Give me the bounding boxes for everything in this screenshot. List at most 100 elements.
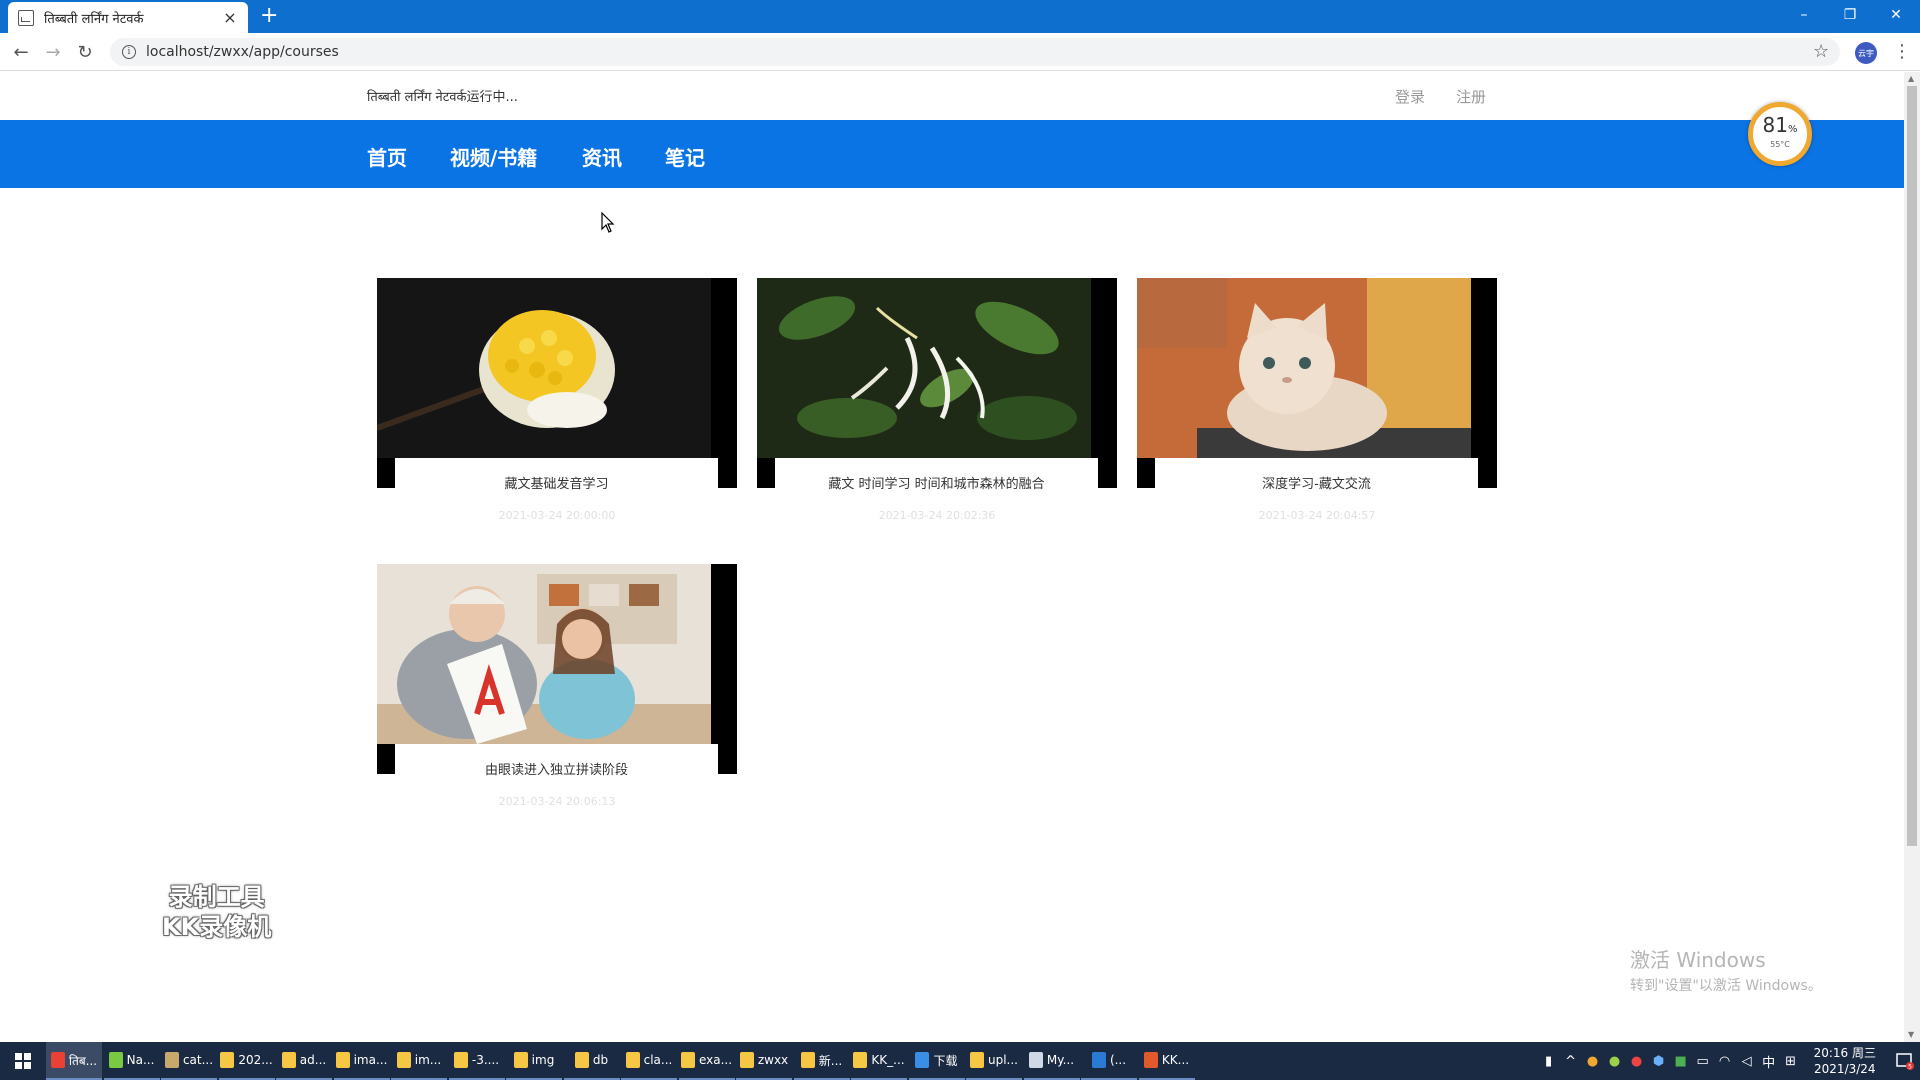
gauge-percent: 81	[1762, 113, 1788, 137]
folder-icon	[625, 1052, 640, 1068]
windows-taskbar: तिब... Na... cat... 202... ad... ima... im... -…	[0, 1042, 1920, 1080]
taskbar-app-button[interactable]: exa...	[678, 1042, 735, 1080]
browser-tab[interactable]: तिब्बती लर्निंग नेटवर्क ×	[8, 2, 248, 33]
page-scrollbar[interactable]: ▲ ▼	[1904, 72, 1920, 1042]
new-tab-button[interactable]: +	[260, 4, 278, 28]
keyboard-icon[interactable]: ⊞	[1780, 1054, 1802, 1069]
reload-icon[interactable]: ↻	[74, 41, 96, 63]
folder-icon	[680, 1052, 695, 1068]
taskbar-app-label: ad...	[299, 1053, 327, 1067]
course-title[interactable]: 藏文 时间学习 时间和城市森林的融合	[775, 458, 1098, 503]
gauge-temperature: 55°C	[1770, 140, 1790, 149]
tray-app-icon[interactable]: ⬢	[1648, 1054, 1670, 1069]
taskbar-app-button[interactable]: zwxx	[736, 1042, 792, 1080]
taskbar-app-button[interactable]: 下载	[908, 1042, 965, 1080]
course-card[interactable]: 深度学习-藏文交流 2021-03-24 20:04:57	[1137, 278, 1497, 522]
taskbar-app-label: (...	[1109, 1053, 1127, 1067]
navicat-icon	[108, 1052, 123, 1068]
course-title[interactable]: 由眼读进入独立拼读阶段	[395, 744, 718, 789]
tab-title: तिब्बती लर्निंग नेटवर्क	[44, 11, 144, 27]
folder-icon	[574, 1052, 589, 1068]
wifi-icon[interactable]: ◠	[1714, 1054, 1736, 1069]
volume-icon[interactable]: ◁	[1736, 1054, 1758, 1069]
profile-avatar[interactable]: 云宇	[1855, 42, 1877, 64]
course-card[interactable]: 由眼读进入独立拼读阶段 2021-03-24 20:06:13	[377, 564, 737, 808]
gauge-percent-sign: %	[1787, 124, 1798, 135]
taskbar-app-button[interactable]: im...	[391, 1042, 447, 1080]
course-title[interactable]: 深度学习-藏文交流	[1155, 458, 1478, 503]
site-status-text: तिब्बती लर्निंग नेटवर्क运行中...	[367, 90, 518, 105]
taskbar-app-label: KK_...	[871, 1053, 905, 1067]
taskbar-app-button[interactable]: My...	[1023, 1042, 1080, 1080]
course-thumbnail[interactable]	[377, 278, 711, 458]
restore-button[interactable]: ❐	[1827, 0, 1873, 30]
cpu-usage-gauge[interactable]: 81% 55°C	[1748, 102, 1812, 166]
notification-count: 5	[1908, 1064, 1912, 1071]
taskbar-app-button[interactable]: upl...	[966, 1042, 1022, 1080]
bookmark-star-icon[interactable]: ☆	[1813, 41, 1829, 62]
course-thumbnail[interactable]	[757, 278, 1091, 458]
activation-subtitle: 转到"设置"以激活 Windows。	[1630, 978, 1822, 994]
taskbar-app-button[interactable]: db	[563, 1042, 620, 1080]
scroll-up-icon[interactable]: ▲	[1908, 74, 1914, 83]
watermark-line1: 录制工具	[168, 883, 265, 911]
start-button[interactable]	[0, 1042, 46, 1080]
nav-home[interactable]: 首页	[367, 142, 407, 171]
taskbar-app-button[interactable]: ad...	[276, 1042, 332, 1080]
course-card[interactable]: 藏文 时间学习 时间和城市森林的融合 2021-03-24 20:02:36	[757, 278, 1117, 522]
taskbar-app-label: 新...	[818, 1053, 843, 1068]
scrollbar-thumb[interactable]	[1907, 86, 1917, 846]
show-hidden-icons-icon[interactable]: ^	[1560, 1054, 1582, 1069]
close-window-button[interactable]: ✕	[1873, 0, 1919, 30]
course-card[interactable]: 藏文基础发音学习 2021-03-24 20:00:00	[377, 278, 737, 522]
tray-app-icon[interactable]: ●	[1626, 1054, 1648, 1069]
tray-app-icon[interactable]: ●	[1604, 1054, 1626, 1069]
taskbar-app-button[interactable]: तिब...	[46, 1042, 102, 1080]
taskbar-app-button[interactable]: cla...	[621, 1042, 677, 1080]
power-icon[interactable]: ▭	[1692, 1054, 1714, 1069]
tab-favicon-icon	[18, 9, 34, 26]
nav-notes[interactable]: 笔记	[665, 142, 705, 171]
taskbar-app-label: exa...	[698, 1053, 733, 1067]
taskbar-app-button[interactable]: Na...	[103, 1042, 160, 1080]
notification-icon: 5	[1896, 1053, 1914, 1071]
nav-news[interactable]: 资讯	[582, 142, 622, 171]
minimize-button[interactable]: –	[1781, 0, 1827, 30]
scroll-down-icon[interactable]: ▼	[1908, 1030, 1914, 1039]
course-thumbnail[interactable]	[377, 564, 711, 744]
taskbar-app-button[interactable]: (...	[1081, 1042, 1137, 1080]
taskbar-app-button[interactable]: cat...	[161, 1042, 217, 1080]
register-link[interactable]: 注册	[1456, 86, 1486, 107]
recorder-watermark: 录制工具 KK录像机	[162, 882, 271, 942]
login-link[interactable]: 登录	[1395, 86, 1425, 107]
folder-icon	[853, 1052, 868, 1068]
address-bar[interactable]: i localhost/zwxx/app/courses	[110, 38, 1840, 66]
taskbar-app-button[interactable]: KK...	[1138, 1042, 1195, 1080]
taskbar-clock[interactable]: 20:16 周三 2021/3/24	[1814, 1045, 1876, 1077]
ime-indicator[interactable]: 中	[1758, 1052, 1780, 1071]
battery-icon[interactable]: ▮	[1538, 1054, 1560, 1069]
taskbar-app-button[interactable]: 202...	[218, 1042, 275, 1080]
clock-date: 2021/3/24	[1814, 1062, 1876, 1076]
taskbar-app-button[interactable]: ima...	[333, 1042, 390, 1080]
folder-icon	[220, 1052, 235, 1068]
tray-app-icon[interactable]: ■	[1670, 1054, 1692, 1069]
browser-menu-icon[interactable]: ⋮	[1893, 41, 1911, 62]
taskbar-app-label: ima...	[353, 1053, 388, 1067]
taskbar-app-button[interactable]: KK_...	[851, 1042, 907, 1080]
page-content: तिब्बती लर्निंग नेटवर्क运行中... 登录 注册 首页 视…	[0, 72, 1904, 1042]
site-info-icon[interactable]: i	[122, 45, 136, 59]
folder-icon	[739, 1052, 754, 1068]
tray-app-icon[interactable]: ●	[1582, 1054, 1604, 1069]
action-center-button[interactable]: 5	[1890, 1042, 1920, 1080]
back-icon[interactable]: ←	[10, 41, 32, 63]
course-title[interactable]: 藏文基础发音学习	[395, 458, 718, 503]
taskbar-app-label: Na...	[126, 1053, 155, 1067]
taskbar-app-button[interactable]: img	[506, 1042, 562, 1080]
nav-videos-books[interactable]: 视频/书籍	[450, 142, 537, 171]
taskbar-app-button[interactable]: 新...	[793, 1042, 850, 1080]
tab-close-icon[interactable]: ×	[222, 8, 238, 27]
forward-icon[interactable]: →	[42, 41, 64, 63]
taskbar-app-button[interactable]: -3....	[448, 1042, 505, 1080]
course-thumbnail[interactable]	[1137, 278, 1471, 458]
